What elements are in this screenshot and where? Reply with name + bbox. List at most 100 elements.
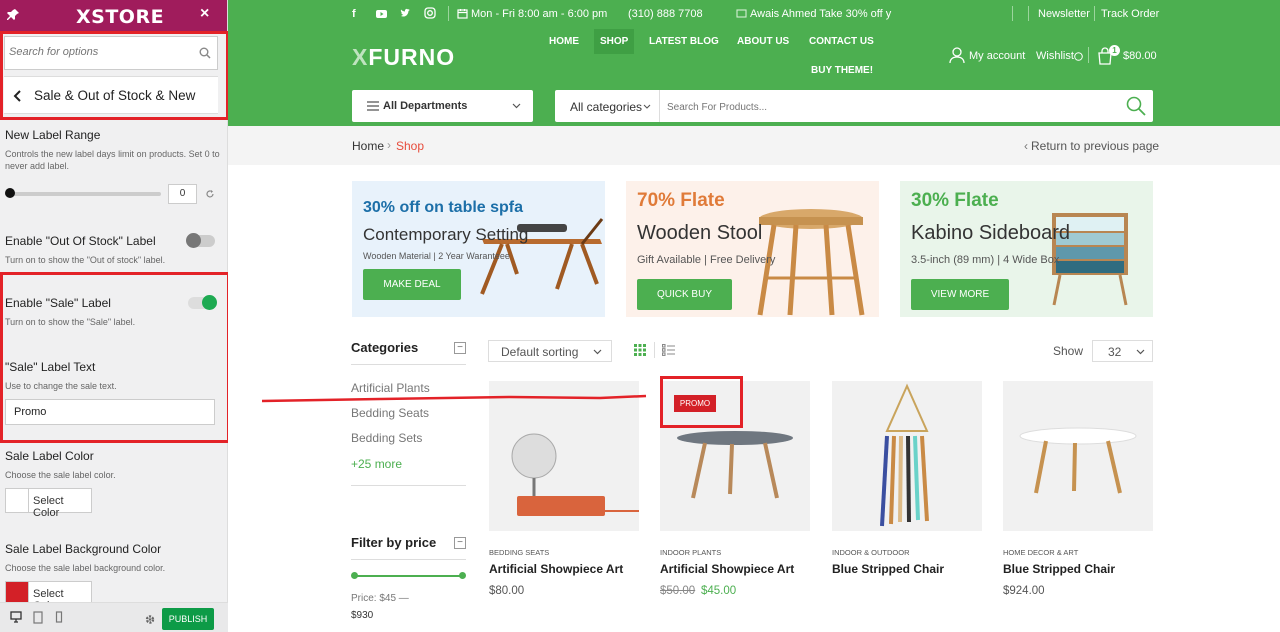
new-label-range-input[interactable]: 0 (168, 184, 197, 204)
slider-handle[interactable] (5, 188, 15, 198)
price-range-slider[interactable] (354, 575, 463, 577)
category-item[interactable]: Bedding Sets (351, 431, 422, 445)
nav-buy-theme[interactable]: BUY THEME! (811, 65, 873, 76)
product-image[interactable] (832, 381, 982, 531)
xstore-logo: XSTORE (76, 6, 165, 28)
grid-view-icon[interactable] (634, 344, 646, 356)
nav-contact-us[interactable]: CONTACT US (809, 36, 874, 47)
chevron-down-icon (643, 104, 651, 109)
nav-shop[interactable]: SHOP (594, 29, 635, 54)
search-icon[interactable] (1126, 96, 1146, 116)
product-name[interactable]: Blue Stripped Chair (1003, 562, 1115, 576)
customizer-footer: PUBLISH (0, 602, 228, 632)
product-category[interactable]: HOME DECOR & ART (1003, 548, 1078, 557)
product-category[interactable]: INDOOR & OUTDOOR (832, 548, 910, 557)
facebook-icon[interactable]: f (352, 8, 356, 20)
site-preview: f Mon - Fri 8:00 am - 6:00 pm (310) 888 … (228, 0, 1280, 632)
quick-buy-button[interactable]: QUICK BUY (637, 279, 732, 310)
new-label-range-control: New Label Range Controls the new label d… (5, 128, 220, 172)
chevron-down-icon (512, 103, 521, 109)
divider (351, 364, 466, 365)
collapse-categories-button[interactable]: − (454, 342, 466, 354)
divider (1088, 47, 1089, 63)
promo-banner-2[interactable]: 70% Flate Wooden Stool Gift Available | … (626, 181, 879, 317)
newsletter-link[interactable]: Newsletter (1038, 8, 1090, 20)
track-order-link[interactable]: Track Order (1101, 8, 1159, 20)
new-label-range-slider[interactable] (5, 188, 161, 198)
sale-bg-title: Sale Label Background Color (5, 542, 162, 556)
per-page-value: 32 (1108, 345, 1122, 359)
chevron-down-icon (1136, 349, 1145, 355)
pin-icon[interactable] (6, 8, 20, 22)
sale-bg-control: Sale Label Background Color Choose the s… (5, 542, 220, 574)
reset-icon[interactable] (205, 189, 215, 199)
category-item[interactable]: Bedding Seats (351, 406, 429, 420)
sorting-dropdown[interactable]: Default sorting (488, 340, 612, 362)
phone-number: (310) 888 7708 (628, 8, 703, 20)
divider (1012, 6, 1013, 21)
price-max-handle[interactable] (459, 572, 466, 579)
category-select[interactable]: All categories (570, 100, 642, 114)
gear-icon[interactable] (144, 613, 156, 626)
return-to-previous-link[interactable]: Return to previous page (1031, 139, 1159, 153)
tablet-icon[interactable] (32, 611, 44, 624)
breadcrumb-separator: › (387, 138, 391, 152)
publish-button[interactable]: PUBLISH (162, 608, 214, 630)
banner-details: Gift Available | Free Delivery (637, 254, 776, 266)
departments-label: All Departments (383, 100, 468, 112)
heart-icon (1074, 52, 1083, 61)
price-min-handle[interactable] (351, 572, 358, 579)
new-label-range-desc: Controls the new label days limit on pro… (5, 149, 220, 171)
view-more-button[interactable]: VIEW MORE (911, 279, 1009, 310)
product-category[interactable]: BEDDING SEATS (489, 548, 549, 557)
user-icon[interactable] (949, 47, 965, 64)
banner-heading: 70% Flate (637, 190, 725, 211)
instagram-icon[interactable] (424, 7, 436, 19)
all-departments-dropdown[interactable]: All Departments (352, 90, 533, 122)
twitter-icon[interactable] (400, 8, 411, 19)
desktop-icon[interactable] (10, 611, 22, 624)
my-account-link[interactable]: My account (969, 50, 1025, 62)
product-category[interactable]: INDOOR PLANTS (660, 548, 721, 557)
site-logo[interactable]: XFURNO (352, 44, 455, 71)
highlight-box (0, 272, 230, 443)
promo-ticker: Awais Ahmed Take 30% off y (750, 8, 892, 20)
breadcrumb-home[interactable]: Home (352, 139, 384, 153)
nav-latest-blog[interactable]: LATEST BLOG (649, 36, 719, 47)
product-name[interactable]: Artificial Showpiece Art (489, 562, 623, 576)
youtube-icon[interactable] (376, 8, 387, 19)
product-name[interactable]: Blue Stripped Chair (832, 562, 944, 576)
nav-about-us[interactable]: ABOUT US (737, 36, 789, 47)
more-categories-link[interactable]: +25 more (351, 457, 402, 471)
highlight-box (0, 31, 229, 120)
color-swatch (6, 489, 29, 512)
promo-banner-3[interactable]: 30% Flate Kabino Sideboard 3.5-inch (89 … (900, 181, 1153, 317)
per-page-dropdown[interactable]: 32 (1092, 340, 1153, 362)
chevron-down-icon (593, 349, 602, 355)
list-view-icon[interactable] (662, 344, 675, 356)
nav-home[interactable]: HOME (549, 36, 579, 47)
sorting-value: Default sorting (501, 345, 579, 359)
divider (654, 342, 655, 358)
mobile-icon[interactable] (53, 611, 65, 624)
divider (351, 559, 466, 560)
make-deal-button[interactable]: MAKE DEAL (363, 269, 461, 300)
sale-color-title: Sale Label Color (5, 449, 94, 463)
filter-by-price-title: Filter by price (351, 535, 437, 550)
product-name[interactable]: Artificial Showpiece Art (660, 562, 794, 576)
product-search-input[interactable] (667, 98, 1107, 116)
sale-color-desc: Choose the sale label color. (5, 470, 116, 480)
highlight-box (660, 376, 743, 428)
cart-total[interactable]: $80.00 (1123, 50, 1157, 62)
wishlist-link[interactable]: Wishlist (1036, 50, 1074, 62)
collapse-filter-button[interactable]: − (454, 537, 466, 549)
out-of-stock-toggle[interactable] (186, 233, 215, 248)
show-label: Show (1053, 344, 1084, 358)
promo-banner-1[interactable]: 30% off on table spfa Contemporary Setti… (352, 181, 605, 317)
sale-color-picker[interactable]: Select Color (5, 488, 92, 519)
banner-details: 3.5-inch (89 mm) | 4 Wide Box (911, 254, 1060, 266)
price-range-max: $930 (351, 610, 374, 621)
close-icon[interactable]: × (200, 5, 209, 23)
product-image[interactable] (1003, 381, 1153, 531)
new-label-range-title: New Label Range (5, 128, 101, 142)
